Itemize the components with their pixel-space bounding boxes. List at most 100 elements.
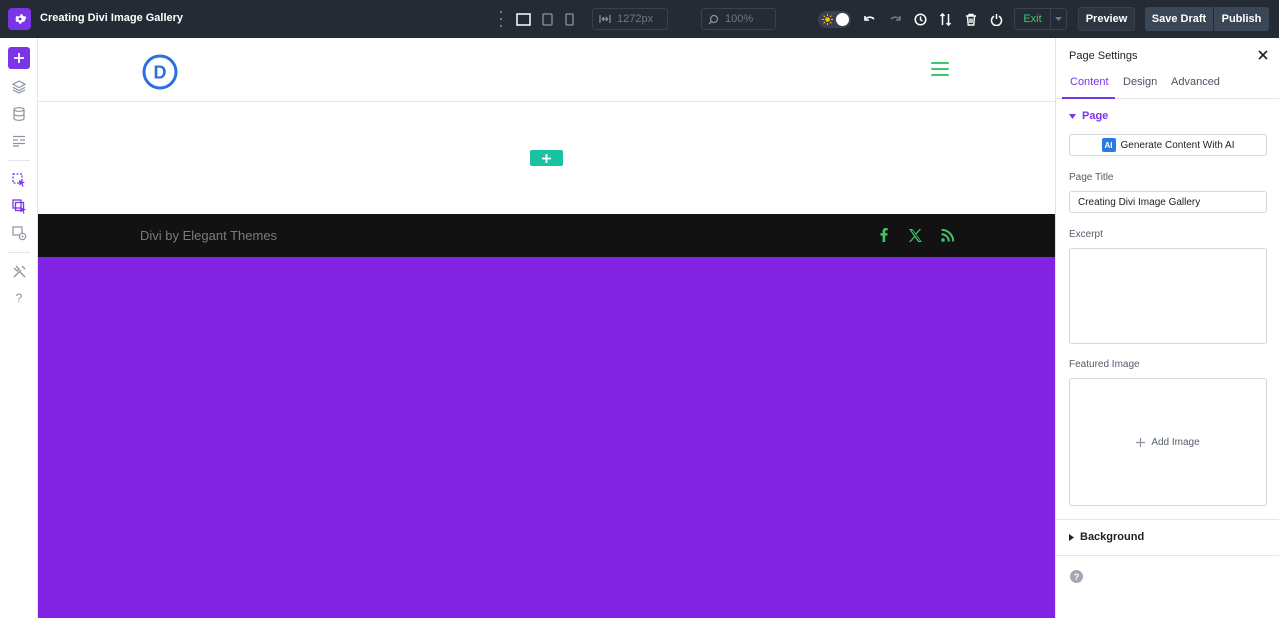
- desktop-view-button[interactable]: [515, 11, 532, 27]
- exit-menu-button[interactable]: [1051, 8, 1067, 30]
- zoom-field[interactable]: 100%: [701, 8, 776, 30]
- zoom-icon: [708, 14, 719, 24]
- page-title-label: Page Title: [1069, 172, 1114, 183]
- chevron-down-icon: [1055, 17, 1062, 21]
- multi-select-icon: [11, 198, 26, 214]
- hamburger-menu-icon[interactable]: [931, 62, 949, 76]
- excerpt-label: Excerpt: [1069, 229, 1103, 240]
- tab-content[interactable]: Content: [1070, 76, 1109, 88]
- click-select-icon: [11, 172, 25, 187]
- app-title: Creating Divi Image Gallery: [40, 12, 184, 24]
- page-section-toggle[interactable]: Page: [1069, 110, 1108, 122]
- builder-canvas[interactable]: D Divi by Elegant Themes: [38, 38, 1055, 618]
- panel-divider: [1056, 555, 1279, 556]
- tools-button[interactable]: [8, 260, 30, 282]
- width-icon: [599, 15, 611, 23]
- undo-icon: [863, 15, 875, 21]
- layout-icon: [13, 135, 25, 147]
- history-icon: [913, 12, 927, 26]
- zoom-value: 100%: [725, 13, 754, 25]
- page-settings-button[interactable]: [8, 222, 30, 244]
- divi-logo-icon: D: [142, 54, 178, 90]
- rss-icon: [940, 228, 954, 242]
- excerpt-textarea[interactable]: [1069, 248, 1267, 344]
- sort-button[interactable]: [937, 11, 953, 27]
- purple-section[interactable]: [38, 257, 1055, 618]
- more-vertical-icon[interactable]: [499, 11, 503, 27]
- tablet-view-icon: [541, 12, 553, 26]
- help-icon: ?: [15, 291, 23, 305]
- layout-button[interactable]: [8, 130, 30, 152]
- left-sidebar: ?: [0, 38, 38, 618]
- facebook-icon: [880, 228, 888, 242]
- page-section-label: Page: [1082, 110, 1109, 122]
- rss-link[interactable]: [939, 227, 955, 243]
- sun-icon: [822, 14, 833, 25]
- close-icon: [1258, 50, 1268, 60]
- layers-icon: [12, 80, 26, 94]
- multi-select-button[interactable]: [8, 195, 30, 217]
- background-section-toggle[interactable]: Background: [1069, 531, 1144, 543]
- click-select-button[interactable]: [8, 169, 30, 191]
- save-draft-button[interactable]: Save Draft: [1145, 7, 1213, 31]
- featured-image-upload[interactable]: Add Image: [1069, 378, 1267, 506]
- toggle-knob: [836, 13, 849, 26]
- redo-icon: [889, 15, 901, 21]
- page-settings-panel: Page Settings Content Design Advanced Pa…: [1055, 38, 1279, 618]
- gear-icon: [14, 14, 26, 24]
- add-image-label: Add Image: [1151, 436, 1200, 448]
- logo-letter: D: [154, 63, 167, 83]
- divi-logo[interactable]: D: [142, 54, 178, 90]
- settings-gear-button[interactable]: [8, 8, 31, 30]
- layers-button[interactable]: [8, 76, 30, 98]
- generate-ai-label: Generate Content With AI: [1120, 139, 1235, 151]
- tools-icon: [13, 265, 25, 277]
- phone-view-icon: [564, 12, 574, 26]
- site-footer[interactable]: Divi by Elegant Themes: [38, 214, 1055, 257]
- page-title-input[interactable]: Creating Divi Image Gallery: [1069, 191, 1267, 213]
- undo-button[interactable]: [861, 11, 877, 27]
- theme-toggle[interactable]: [818, 11, 851, 28]
- add-icon: [542, 153, 551, 163]
- exit-button[interactable]: Exit: [1014, 8, 1051, 30]
- add-module-button[interactable]: [8, 47, 30, 69]
- settings-tabs: Content Design Advanced: [1056, 70, 1279, 99]
- add-section-button[interactable]: [530, 150, 563, 166]
- add-icon: [14, 53, 24, 63]
- sort-icon: [939, 12, 951, 26]
- power-icon: [990, 13, 1002, 26]
- database-icon: [13, 107, 25, 121]
- help-icon[interactable]: ?: [1070, 570, 1083, 583]
- caret-down-icon: [1069, 113, 1076, 119]
- x-icon: [909, 228, 922, 242]
- trash-button[interactable]: [963, 11, 979, 27]
- database-button[interactable]: [8, 103, 30, 125]
- caret-right-icon: [1069, 533, 1074, 541]
- sidebar-divider: [8, 160, 30, 161]
- trash-icon: [966, 13, 976, 26]
- x-twitter-link[interactable]: [907, 227, 923, 243]
- generate-ai-button[interactable]: AI Generate Content With AI: [1069, 134, 1267, 156]
- publish-button[interactable]: Publish: [1214, 7, 1269, 31]
- sidebar-divider: [8, 252, 30, 253]
- panel-divider: [1056, 519, 1279, 520]
- preview-button[interactable]: Preview: [1078, 7, 1135, 31]
- top-toolbar: Creating Divi Image Gallery 1272px 100% …: [0, 0, 1279, 38]
- plus-icon: [1136, 437, 1146, 447]
- width-field[interactable]: 1272px: [592, 8, 668, 30]
- ai-badge-icon: AI: [1101, 138, 1116, 152]
- site-header[interactable]: D: [38, 38, 1055, 102]
- close-panel-button[interactable]: [1256, 48, 1270, 62]
- history-button[interactable]: [912, 11, 928, 27]
- tab-advanced[interactable]: Advanced: [1171, 76, 1220, 88]
- help-button[interactable]: ?: [8, 287, 30, 309]
- power-button[interactable]: [988, 11, 1004, 27]
- phone-view-button[interactable]: [562, 11, 576, 27]
- width-value: 1272px: [617, 13, 654, 25]
- footer-credit: Divi by Elegant Themes: [140, 228, 278, 243]
- tablet-view-button[interactable]: [540, 11, 554, 27]
- facebook-link[interactable]: [876, 227, 892, 243]
- tab-design[interactable]: Design: [1123, 76, 1157, 88]
- redo-button[interactable]: [887, 11, 903, 27]
- panel-title: Page Settings: [1069, 50, 1138, 62]
